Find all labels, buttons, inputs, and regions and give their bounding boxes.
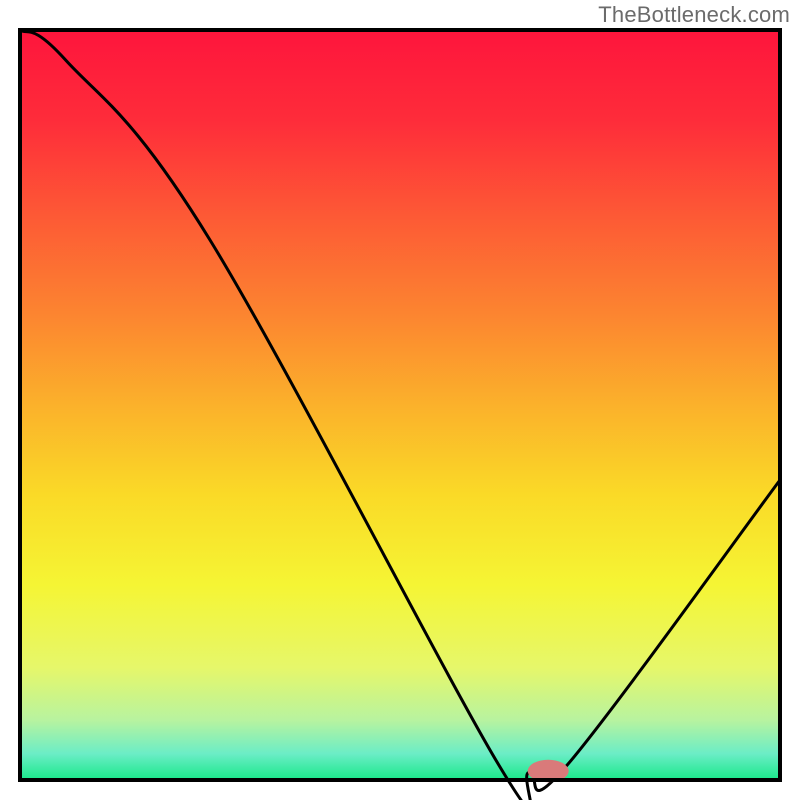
- plot-area: [20, 30, 780, 800]
- bottleneck-chart: TheBottleneck.com: [0, 0, 800, 800]
- watermark-text: TheBottleneck.com: [598, 2, 790, 28]
- chart-svg: [0, 0, 800, 800]
- plot-background: [20, 30, 780, 780]
